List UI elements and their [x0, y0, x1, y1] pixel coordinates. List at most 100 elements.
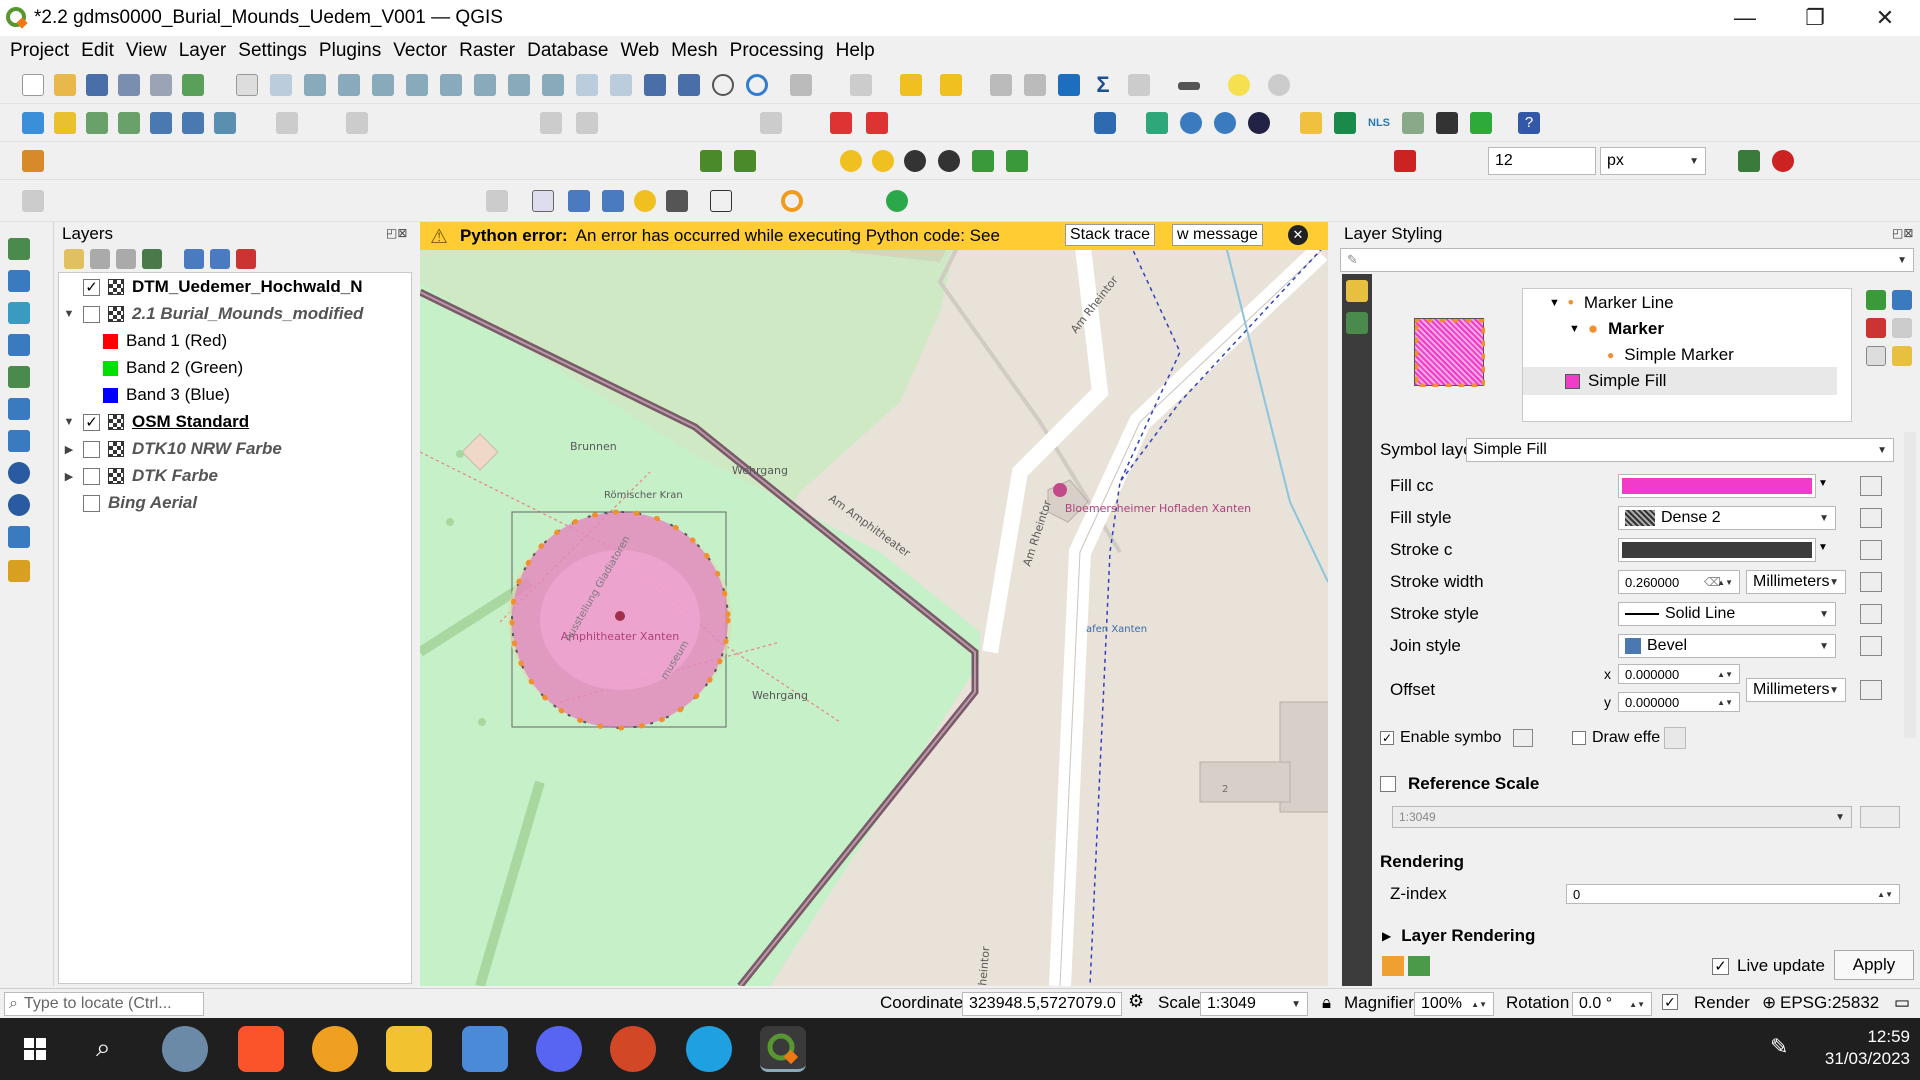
history-tab-icon[interactable]	[1346, 312, 1368, 334]
spinner-icon[interactable]: ▲▼	[1471, 1000, 1487, 1009]
help-icon[interactable]: ?	[1518, 112, 1540, 134]
label-toolbar-icon[interactable]	[760, 112, 782, 134]
database-icon[interactable]	[1094, 112, 1116, 134]
share-icon[interactable]	[886, 190, 908, 212]
reference-scale-checkbox[interactable]	[1380, 776, 1396, 792]
add-gps-icon[interactable]	[8, 366, 30, 388]
attribute-table-icon[interactable]	[1024, 74, 1046, 96]
add-spatialite-icon[interactable]	[8, 398, 30, 420]
python-icon[interactable]	[1300, 112, 1322, 134]
text-annotation-icon[interactable]	[710, 190, 732, 212]
offset-x-input[interactable]: 0.000000 ▲▼	[1618, 664, 1740, 684]
remove-symbol-layer-icon[interactable]	[1866, 318, 1886, 338]
profile-icon[interactable]	[700, 150, 722, 172]
spinner-icon[interactable]: ▲▼	[1717, 670, 1733, 679]
enable-symbol-row[interactable]: ✓ Enable symbo	[1380, 724, 1534, 752]
new-virtual-layer-icon[interactable]	[214, 112, 236, 134]
search-icon[interactable]: ⌕	[96, 1032, 111, 1064]
layer-burial-mounds[interactable]: ▼ 2.1 Burial_Mounds_modified	[61, 301, 364, 327]
snapping-unit-select[interactable]: px ▼	[1600, 147, 1706, 175]
menu-processing[interactable]: Processing	[724, 40, 830, 62]
snapping-tolerance-input[interactable]: 12	[1488, 147, 1596, 175]
pan-icon[interactable]	[236, 74, 258, 96]
draw-effects-checkbox[interactable]	[1572, 731, 1586, 745]
fill-style-select[interactable]: Dense 2 ▼	[1618, 506, 1836, 530]
menu-layer[interactable]: Layer	[173, 40, 233, 62]
chevron-right-icon[interactable]: ▶	[61, 470, 77, 483]
measure-icon[interactable]	[1178, 82, 1200, 90]
spell-icon[interactable]	[830, 112, 852, 134]
enable-symbol-checkbox[interactable]: ✓	[1380, 731, 1394, 745]
data-defined-override-icon[interactable]	[1860, 604, 1882, 624]
zoom-native-icon[interactable]	[474, 74, 496, 96]
zoom-last-icon[interactable]	[508, 74, 530, 96]
data-source-manager-icon[interactable]	[22, 112, 44, 134]
lock-scale-icon[interactable]: 🔒︎	[1322, 993, 1331, 1013]
table-icon[interactable]	[1128, 74, 1150, 96]
view-message-button[interactable]: w message	[1172, 224, 1263, 246]
gps-icon[interactable]	[1268, 74, 1290, 96]
rotate-label-icon[interactable]	[666, 190, 688, 212]
menu-web[interactable]: Web	[614, 40, 665, 62]
taskbar-file-explorer-icon[interactable]	[386, 1026, 432, 1072]
scale-picker-button[interactable]	[1860, 806, 1900, 828]
add-wms-icon[interactable]	[8, 462, 30, 484]
star-yellow-1-icon[interactable]	[840, 150, 862, 172]
zoom-in-icon[interactable]	[304, 74, 326, 96]
menu-view[interactable]: View	[120, 40, 173, 62]
taskbar-brave-icon[interactable]	[238, 1026, 284, 1072]
move-label-icon[interactable]	[602, 190, 624, 212]
menu-mesh[interactable]: Mesh	[665, 40, 723, 62]
redo-style-icon[interactable]	[1408, 956, 1430, 976]
reference-scale-input[interactable]: 1:3049 ▼	[1392, 806, 1852, 828]
layer-select[interactable]: ✎ ▼	[1340, 248, 1914, 272]
lock-icon[interactable]	[1892, 346, 1912, 366]
taskbar-powerpoint-icon[interactable]	[610, 1026, 656, 1072]
plugin-6-icon[interactable]	[1470, 112, 1492, 134]
annotation-icon[interactable]	[22, 190, 44, 212]
menu-plugins[interactable]: Plugins	[313, 40, 387, 62]
processing-toolbox-icon[interactable]	[1058, 74, 1080, 96]
collapse-all-icon[interactable]	[210, 249, 230, 269]
data-defined-override-icon[interactable]	[1860, 508, 1882, 528]
layer-checkbox[interactable]: ✓	[83, 278, 100, 296]
remove-layer-icon[interactable]	[236, 249, 256, 269]
move-up-icon[interactable]	[1892, 290, 1912, 310]
layer-osm[interactable]: ▼ ✓ OSM Standard	[61, 409, 250, 435]
messages-icon[interactable]: ▭	[1894, 993, 1910, 1013]
plugin-4-icon[interactable]	[1402, 112, 1424, 134]
expand-all-icon[interactable]	[184, 249, 204, 269]
data-defined-override-icon[interactable]	[1860, 572, 1882, 592]
select-label-icon[interactable]	[532, 190, 554, 212]
deselect-icon[interactable]	[900, 74, 922, 96]
add-wfs-icon[interactable]	[8, 494, 30, 516]
chevron-down-icon[interactable]: ▼	[61, 416, 77, 428]
new-shapefile-icon[interactable]	[86, 112, 108, 134]
offset-unit-select[interactable]: Millimeters ▼	[1746, 678, 1846, 702]
add-symbol-layer-icon[interactable]	[1866, 290, 1886, 310]
globe-2-icon[interactable]	[1214, 112, 1236, 134]
save-project-icon[interactable]	[86, 74, 108, 96]
show-bookmarks-icon[interactable]	[678, 74, 700, 96]
taskbar-edge-icon[interactable]	[686, 1026, 732, 1072]
new-spatialite-icon[interactable]	[118, 112, 140, 134]
restore-button[interactable]: ❐	[1780, 0, 1850, 36]
zindex-input[interactable]: 0 ▲▼	[1566, 884, 1900, 904]
live-update-row[interactable]: ✓ Live update	[1712, 952, 1825, 980]
chevron-down-icon[interactable]: ▼	[1818, 478, 1828, 489]
add-virtual-icon[interactable]	[8, 526, 30, 548]
layer-rendering-header[interactable]: ▶ Layer Rendering	[1382, 922, 1535, 950]
data-defined-override-icon[interactable]	[1513, 729, 1534, 747]
map-canvas[interactable]: Brunnen Wehrgang Wehrgang Römischer Kran…	[420, 222, 1328, 986]
refresh-icon[interactable]	[746, 74, 768, 96]
undo-icon[interactable]	[540, 112, 562, 134]
zoom-next-icon[interactable]	[542, 74, 564, 96]
bookmark-icon[interactable]	[644, 74, 666, 96]
windows-start-icon[interactable]	[24, 1038, 46, 1060]
layer-checkbox[interactable]	[83, 467, 100, 485]
reference-scale-row[interactable]: Reference Scale	[1380, 770, 1539, 798]
join-style-select[interactable]: Bevel ▼	[1618, 634, 1836, 658]
star-yellow-2-icon[interactable]	[872, 150, 894, 172]
layer-checkbox[interactable]	[83, 440, 100, 458]
highlight-label-icon[interactable]	[634, 190, 656, 212]
